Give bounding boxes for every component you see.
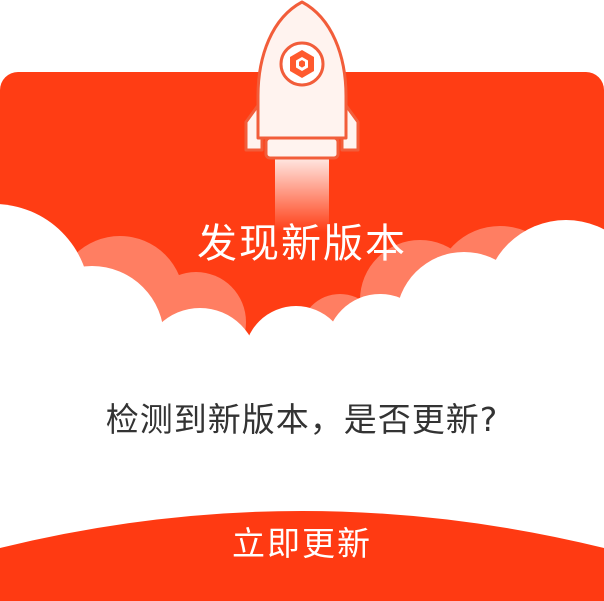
dialog-title: 发现新版本 [197, 221, 407, 267]
update-dialog: 发现新版本 检测到新版本，是否更新? 立即更新 [0, 0, 604, 601]
update-now-button[interactable] [0, 500, 604, 601]
update-message: 检测到新版本，是否更新? [105, 400, 499, 439]
